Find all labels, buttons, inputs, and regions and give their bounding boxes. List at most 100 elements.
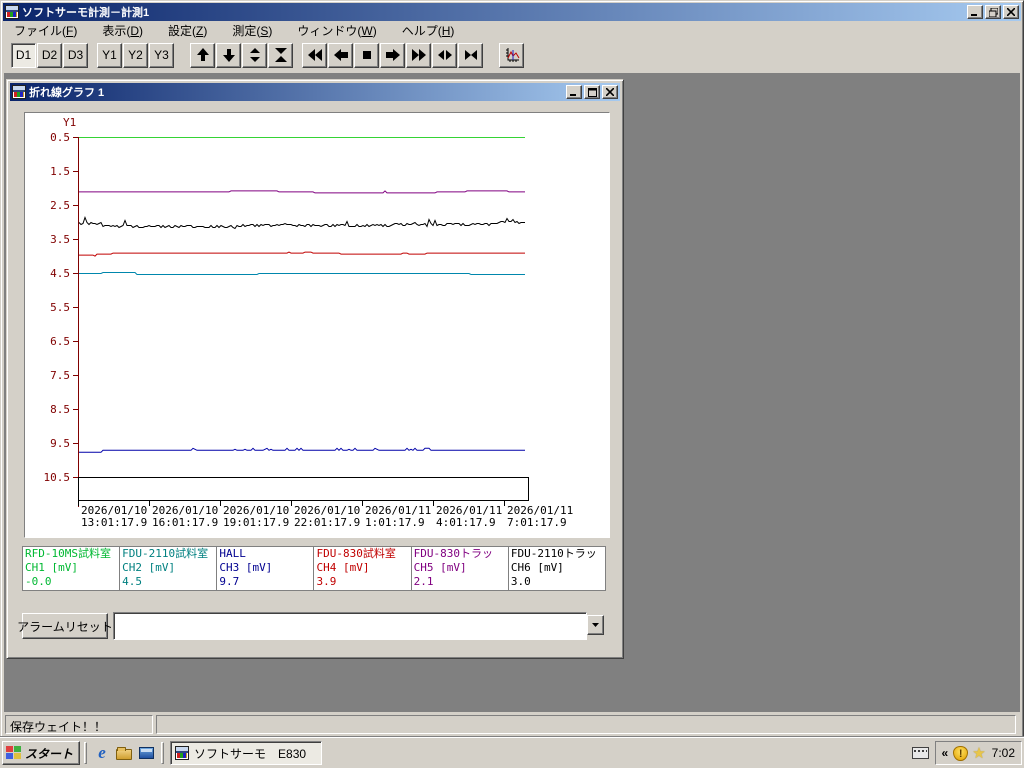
- graph-window-icon: [12, 85, 26, 99]
- graph-window: 折れ線グラフ 1 0.5 1.5 2.5 3.5 4.5 5.5 6.5 7.5 8.5 9.5 1…: [6, 79, 624, 659]
- svg-text:4:01:17.9: 4:01:17.9: [436, 516, 496, 529]
- expand-horizontal-icon: [437, 50, 452, 60]
- legend-channel-ch3: CH3 [mV]: [219, 561, 273, 574]
- legend-cell-ch2: FDU-2110試料室 CH2 [mV] 4.5: [120, 547, 217, 590]
- left-arrow-icon: [333, 49, 348, 61]
- graph-minimize-button[interactable]: [566, 85, 582, 99]
- compress-vertical-icon: [274, 48, 287, 62]
- svg-text:13:01:17.9: 13:01:17.9: [81, 516, 147, 529]
- collapse-tray-chevron[interactable]: «: [942, 746, 949, 760]
- graph-maximize-button[interactable]: [584, 85, 600, 99]
- star-tray-icon[interactable]: ★: [972, 744, 985, 762]
- status-bar: 保存ウェイト！！: [4, 713, 1020, 735]
- legend-name-ch4: FDU-830試料室: [316, 547, 396, 560]
- compress-vertical-button[interactable]: [268, 42, 293, 68]
- stop-button[interactable]: [354, 42, 379, 68]
- menu-item-3[interactable]: 測定(S): [223, 20, 281, 41]
- y1-button[interactable]: Y1: [97, 42, 122, 68]
- alarm-reset-button[interactable]: アラームリセット: [17, 613, 113, 639]
- legend-cell-ch4: FDU-830試料室 CH4 [mV] 3.9: [314, 547, 411, 590]
- legend-cell-ch1: RFD-10MS試料室 CH1 [mV] -0.0: [23, 547, 120, 590]
- svg-text:9.5: 9.5: [50, 437, 70, 450]
- app-icon: [5, 5, 19, 19]
- legend-channel-ch1: CH1 [mV]: [25, 561, 78, 574]
- legend-value-ch2: 4.5: [122, 575, 143, 588]
- menu-item-1[interactable]: 表示(D): [93, 20, 152, 41]
- taskbar-grip[interactable]: [84, 742, 88, 764]
- step-right-button[interactable]: [380, 42, 405, 68]
- graph-icon: [505, 48, 519, 62]
- svg-text:2.5: 2.5: [50, 199, 70, 212]
- scroll-up-button[interactable]: [190, 42, 215, 68]
- menu-item-4[interactable]: ウィンドウ(W): [288, 20, 385, 41]
- svg-text:4.5: 4.5: [50, 267, 70, 280]
- svg-text:1:01:17.9: 1:01:17.9: [365, 516, 425, 529]
- legend-name-ch6: FDU-2110トラッ: [510, 547, 597, 560]
- alarm-combo-value[interactable]: [113, 612, 587, 640]
- legend-name-ch5: FDU-830トラッ: [413, 547, 494, 560]
- legend-channel-ch6: CH6 [mV]: [510, 561, 564, 574]
- y3-button[interactable]: Y3: [149, 42, 174, 68]
- menu-bar: ファイル(F) 表示(D) 設定(Z) 測定(S) ウィンドウ(W) ヘルプ(H): [3, 21, 1021, 39]
- ie-quicklaunch-icon[interactable]: e: [92, 743, 112, 763]
- keyboard-tray-icon[interactable]: [911, 747, 929, 759]
- legend-value-ch6: 3.0: [510, 575, 531, 588]
- close-button[interactable]: [1003, 5, 1019, 19]
- system-tray: « ★ 7:02: [934, 741, 1022, 765]
- right-arrow-icon: [385, 49, 400, 61]
- scroll-up-icon: [196, 48, 209, 61]
- legend-cell-ch6: FDU-2110トラッ CH6 [mV] 3.0: [508, 547, 605, 590]
- taskbar-clock: 7:02: [991, 746, 1015, 760]
- fast-forward-button[interactable]: [406, 42, 431, 68]
- main-window: ソフトサーモ計測－計測1 ファイル(F) 表示(D) 設定(Z) 測定(S) ウィンドウ…: [0, 0, 1024, 768]
- collapse-horizontal-button[interactable]: [458, 42, 483, 68]
- graph-settings-button[interactable]: [499, 42, 524, 68]
- menu-item-5[interactable]: ヘルプ(H): [393, 20, 464, 41]
- chart-plot-area[interactable]: 0.5 1.5 2.5 3.5 4.5 5.5 6.5 7.5 8.5 9.5 10.5 Y1 2026…: [24, 112, 610, 538]
- legend-cell-ch3: HALL CH3 [mV] 9.7: [217, 547, 314, 590]
- svg-text:3.5: 3.5: [50, 233, 70, 246]
- d2-button[interactable]: D2: [37, 42, 62, 68]
- windows-logo-icon: [6, 746, 22, 760]
- svg-text:7.5: 7.5: [50, 369, 70, 382]
- fast-rewind-button[interactable]: [302, 42, 327, 68]
- d3-button[interactable]: D3: [63, 42, 88, 68]
- svg-text:10.5: 10.5: [44, 471, 71, 484]
- main-titlebar: ソフトサーモ計測－計測1: [3, 3, 1021, 21]
- graph-close-button[interactable]: [602, 85, 618, 99]
- fast-forward-icon: [411, 49, 426, 61]
- legend-name-ch2: FDU-2110試料室: [122, 547, 209, 560]
- graph-window-title: 折れ線グラフ 1: [29, 87, 105, 99]
- scroll-down-icon: [222, 49, 235, 62]
- alarm-combo[interactable]: [113, 612, 607, 640]
- folder-quicklaunch-icon[interactable]: [114, 743, 134, 763]
- svg-text:7:01:17.9: 7:01:17.9: [507, 516, 567, 529]
- graph-window-titlebar[interactable]: 折れ線グラフ 1: [10, 83, 620, 101]
- expand-vertical-button[interactable]: [242, 42, 267, 68]
- menu-item-0[interactable]: ファイル(F): [5, 20, 86, 41]
- combo-dropdown-button[interactable]: [587, 615, 604, 635]
- expand-horizontal-button[interactable]: [432, 42, 457, 68]
- step-left-button[interactable]: [328, 42, 353, 68]
- task-button-softthermo[interactable]: ソフトサーモ E830: [170, 741, 323, 765]
- restore-button[interactable]: [985, 5, 1001, 19]
- d1-button[interactable]: D1: [11, 42, 36, 68]
- channel-legend: RFD-10MS試料室 CH1 [mV] -0.0 FDU-2110試料室 CH2 [m…: [22, 546, 606, 591]
- mdi-area: 折れ線グラフ 1 0.5 1.5 2.5 3.5 4.5 5.5 6.5 7.5 8.5 9.5 1…: [4, 73, 1020, 712]
- outlook-quicklaunch-icon[interactable]: [136, 743, 156, 763]
- status-message: 保存ウェイト！！: [5, 715, 153, 734]
- svg-text:19:01:17.9: 19:01:17.9: [223, 516, 289, 529]
- start-button[interactable]: スタート: [2, 741, 81, 765]
- taskbar: スタート e ソフトサーモ E830 « ★ 7:02: [0, 737, 1024, 768]
- scroll-down-button[interactable]: [216, 42, 241, 68]
- svg-text:1.5: 1.5: [50, 165, 70, 178]
- expand-vertical-icon: [249, 48, 260, 62]
- legend-value-ch3: 9.7: [219, 575, 240, 588]
- menu-item-2[interactable]: 設定(Z): [159, 20, 216, 41]
- legend-channel-ch5: CH5 [mV]: [413, 561, 467, 574]
- minimize-button[interactable]: [967, 5, 983, 19]
- start-label: スタート: [25, 746, 74, 761]
- security-shield-icon[interactable]: [953, 745, 969, 761]
- taskbar-grip-2[interactable]: [161, 742, 165, 764]
- y2-button[interactable]: Y2: [123, 42, 148, 68]
